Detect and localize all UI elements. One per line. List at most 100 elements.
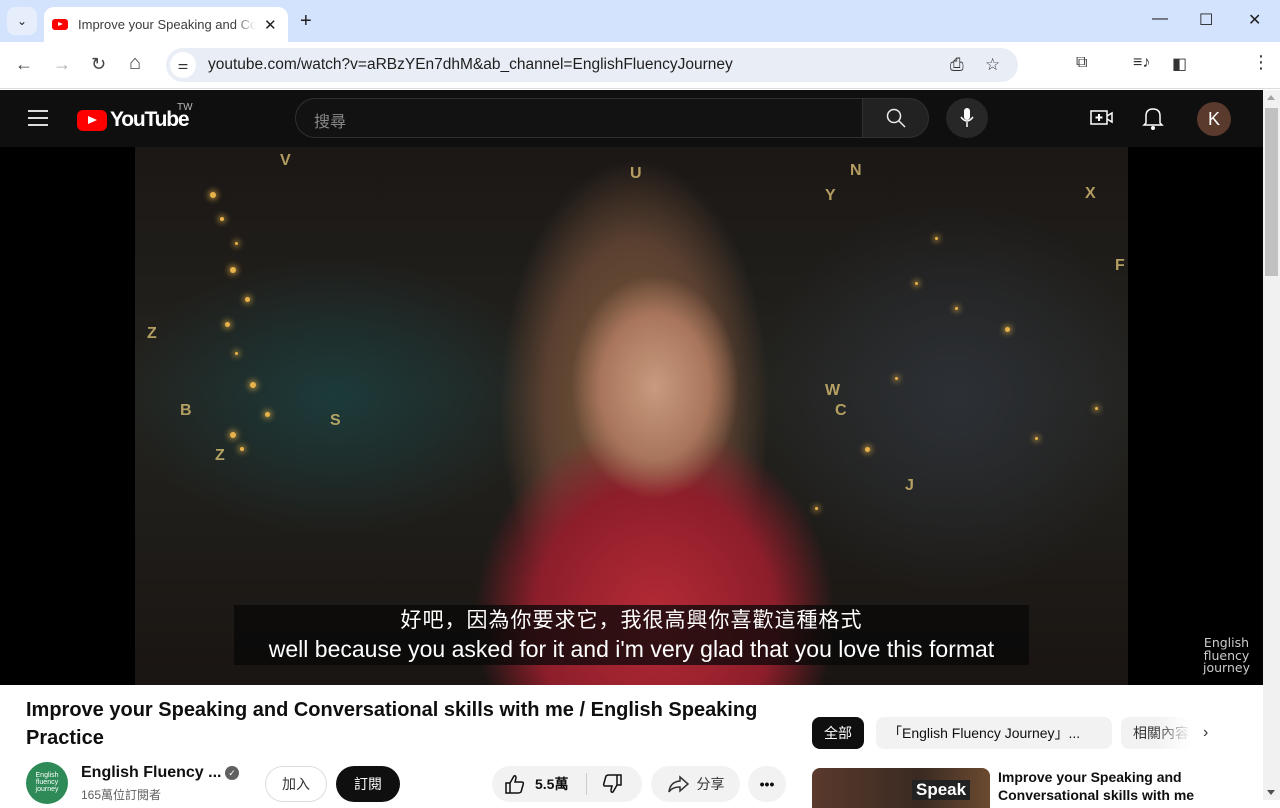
window-close-button[interactable]: ✕ (1248, 10, 1261, 30)
browser-menu-button[interactable]: ⋮ (1252, 52, 1270, 73)
subscriber-count: 165萬位訂閱者 (81, 788, 162, 802)
tab-title: Improve your Speaking and Conversational… (78, 17, 256, 32)
notifications-bell-icon[interactable] (1142, 106, 1164, 130)
site-info-icon[interactable]: ⚌ (170, 52, 196, 78)
scroll-up-arrow-icon[interactable] (1267, 95, 1275, 100)
bokeh-light (1095, 407, 1098, 410)
caption-en: well because you asked for it and i'm ve… (268, 636, 995, 662)
voice-search-button[interactable] (946, 98, 988, 138)
home-button[interactable]: ⌂ (129, 52, 141, 75)
chip-channel[interactable]: 「English Fluency Journey」... (876, 717, 1112, 749)
floating-letter: B (180, 402, 192, 419)
floating-letter: Y (825, 187, 836, 204)
verified-badge-icon: ✓ (225, 766, 239, 780)
bokeh-light (935, 237, 938, 240)
browser-toolbar: ← → ↻ ⌂ ⚌ youtube.com/watch?v=aRBzYEn7dh… (0, 42, 1280, 118)
channel-watermark[interactable]: English fluency journey (1203, 636, 1250, 675)
chevron-down-icon: ⌄ (16, 14, 28, 28)
masthead: YouTube TW 搜尋 K (0, 90, 1263, 147)
minimize-button[interactable]: — (1152, 10, 1168, 28)
captions: 好吧，因為你要求它，我很高興你喜歡這種格式 well because you a… (234, 605, 1029, 665)
channel-name[interactable]: English Fluency ... (81, 764, 221, 782)
share-button[interactable]: 分享 (651, 766, 740, 802)
tab-search-button[interactable]: ⌄ (7, 7, 37, 35)
recommendation-title[interactable]: Improve your Speaking and Conversational… (998, 768, 1208, 800)
floating-letter: W (825, 382, 841, 399)
caption-zh: 好吧，因為你要求它，我很高興你喜歡這種格式 (400, 608, 863, 632)
floating-letter: X (1085, 185, 1096, 202)
scrollbar-thumb[interactable] (1265, 108, 1278, 276)
video-title: Improve your Speaking and Conversational… (26, 699, 758, 749)
floating-letter: S (330, 412, 341, 429)
bokeh-light (230, 432, 236, 438)
address-bar[interactable]: ⚌ youtube.com/watch?v=aRBzYEn7dhM&ab_cha… (166, 48, 1018, 82)
floating-letter: V (280, 152, 291, 169)
back-button[interactable]: ← (15, 54, 33, 75)
bokeh-light (240, 447, 244, 451)
new-tab-button[interactable]: + (300, 10, 312, 33)
floating-letter: C (835, 402, 847, 419)
subscribe-button[interactable]: 訂閱 (336, 766, 400, 802)
bokeh-light (955, 307, 958, 310)
maximize-button[interactable]: ☐ (1199, 10, 1213, 30)
browser-tab[interactable]: Improve your Speaking and Conversational… (44, 7, 288, 42)
chip-related[interactable]: 相關內容 (1121, 717, 1191, 749)
install-app-icon[interactable]: ⎙ (950, 55, 964, 75)
channel-avatar[interactable]: English fluency journey (26, 762, 68, 804)
tab-close-button[interactable]: ✕ (264, 16, 277, 34)
chip-all[interactable]: 全部 (812, 717, 864, 749)
bokeh-light (915, 282, 918, 285)
side-panel-icon[interactable]: ◧ (1172, 54, 1187, 74)
like-count: 5.5萬 (535, 776, 569, 792)
extensions-puzzle-icon[interactable]: ⧉ (1076, 54, 1087, 72)
page-scrollbar[interactable] (1263, 90, 1280, 800)
bookmark-star-icon[interactable]: ☆ (985, 55, 1000, 75)
bokeh-light (230, 267, 236, 273)
youtube-logo[interactable]: YouTube TW (77, 102, 193, 132)
bokeh-light (865, 447, 870, 452)
bokeh-light (245, 297, 250, 302)
create-video-icon[interactable] (1090, 107, 1114, 129)
hamburger-menu-icon[interactable] (28, 110, 48, 126)
country-code: TW (177, 102, 193, 113)
floating-letter: Z (215, 447, 225, 464)
search-icon (886, 108, 906, 128)
url-text[interactable]: youtube.com/watch?v=aRBzYEn7dhM&ab_chann… (208, 56, 733, 74)
bokeh-light (235, 352, 238, 355)
more-actions-button[interactable]: ••• (748, 766, 786, 802)
reload-button[interactable]: ↻ (91, 54, 106, 75)
bokeh-light (220, 217, 224, 221)
bokeh-light (210, 192, 216, 198)
media-control-icon[interactable]: ≡♪ (1133, 54, 1150, 72)
bokeh-light (1035, 437, 1038, 440)
join-button[interactable]: 加入 (265, 766, 327, 802)
bokeh-light (895, 377, 898, 380)
floating-letter: U (630, 165, 642, 182)
search-input[interactable]: 搜尋 (295, 98, 863, 138)
youtube-favicon-icon (52, 19, 68, 30)
thumbnail-text: Speak (912, 780, 971, 800)
thumbs-down-icon (602, 774, 622, 793)
search-button[interactable] (862, 98, 929, 138)
scroll-down-arrow-icon[interactable] (1267, 790, 1275, 795)
forward-button[interactable]: → (53, 54, 71, 75)
recommendation-thumbnail[interactable]: Speak (812, 768, 990, 808)
bokeh-light (235, 242, 238, 245)
bokeh-light (265, 412, 270, 417)
floating-letter: J (905, 477, 914, 494)
floating-letter: F (1115, 257, 1125, 274)
account-avatar[interactable]: K (1197, 102, 1231, 136)
chips-next-chevron-icon[interactable]: › (1203, 724, 1208, 742)
bokeh-light (1005, 327, 1010, 332)
microphone-icon (960, 108, 974, 127)
like-button[interactable]: 5.5萬 (492, 773, 587, 795)
dislike-button[interactable] (587, 773, 623, 795)
channel-avatar-text: English fluency journey (35, 772, 59, 793)
youtube-play-icon (77, 109, 107, 131)
bokeh-light (815, 507, 818, 510)
video-player[interactable]: V U N X Y F B S Z WC J Z 好吧，因為你要求它，我很高興你喜歡這種格式 well… (0, 147, 1263, 685)
share-label: 分享 (696, 776, 725, 792)
bokeh-light (225, 322, 230, 327)
like-dislike-group: 5.5萬 (492, 766, 642, 802)
floating-letter: N (850, 162, 862, 179)
